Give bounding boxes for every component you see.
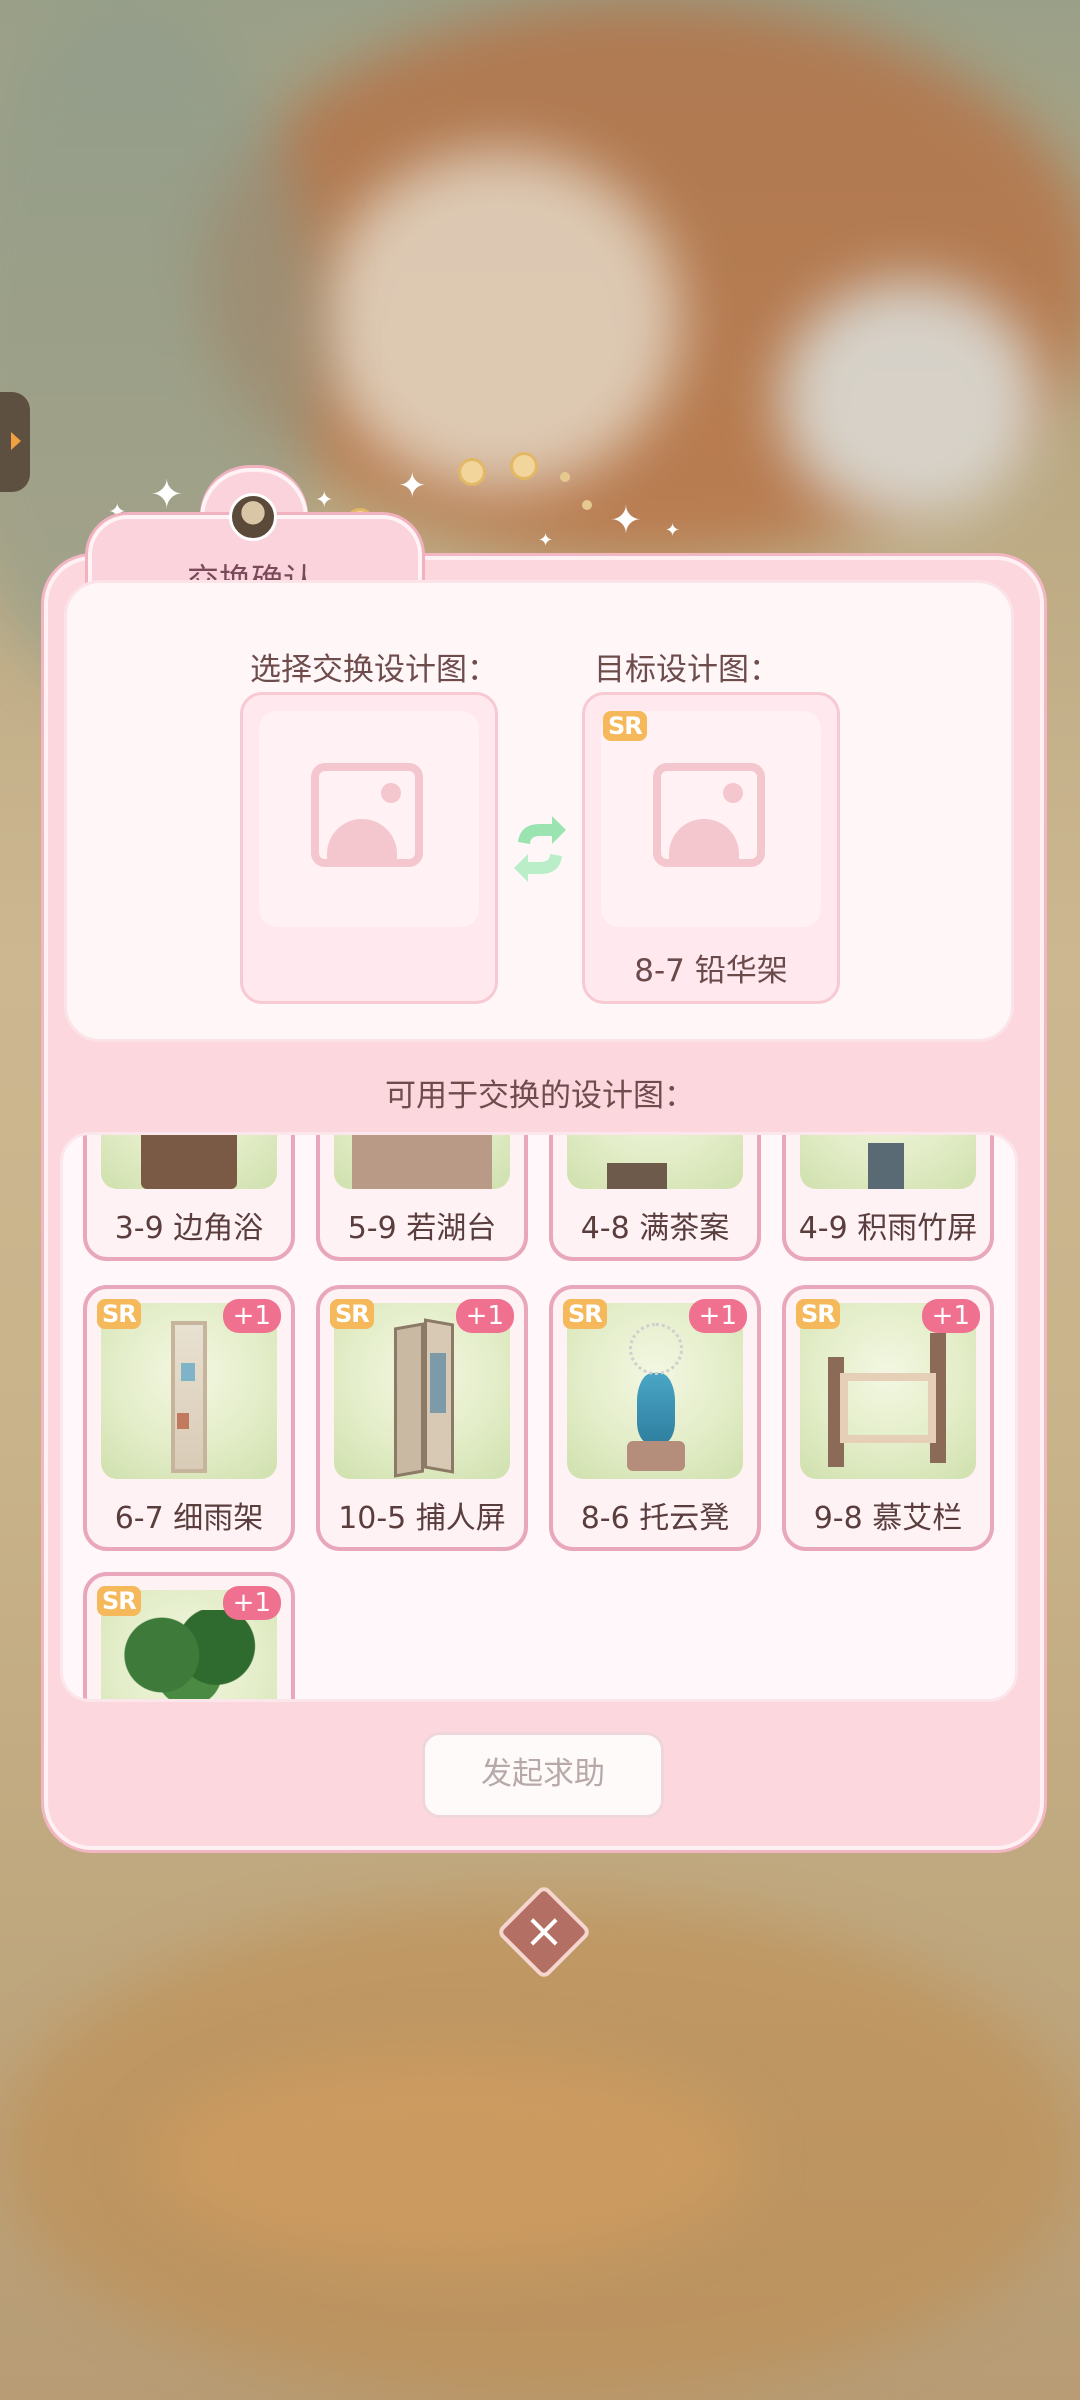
- item-art: [334, 1135, 510, 1189]
- target-label: 目标设计图：: [594, 652, 780, 688]
- side-expand-tab[interactable]: [0, 392, 30, 492]
- image-placeholder-icon: [311, 763, 423, 867]
- design-list[interactable]: 3-9 边角浴 5-9 若湖台 4-8 满茶案 4-9 积雨竹屏 SR +1 6…: [60, 1132, 1018, 1702]
- decor-dot: [510, 452, 538, 480]
- request-help-button[interactable]: 发起求助: [422, 1732, 664, 1818]
- item-name: 10-5 捕人屏: [338, 1501, 506, 1536]
- design-card[interactable]: SR +1 9-8 慕艾栏: [782, 1285, 994, 1551]
- avatar: [229, 493, 277, 541]
- count-badge: +1: [921, 1299, 980, 1333]
- count-badge: +1: [222, 1299, 281, 1333]
- sparkle-icon: ✦: [610, 498, 642, 542]
- sr-badge: SR: [796, 1299, 840, 1329]
- item-name: 8-6 托云凳: [580, 1501, 730, 1536]
- sr-badge: SR: [603, 711, 647, 741]
- item-name: 9-8 慕艾栏: [813, 1501, 963, 1536]
- slot-frame: [259, 711, 479, 927]
- available-label: 可用于交换的设计图：: [385, 1078, 695, 1114]
- decor-dot: [582, 500, 592, 510]
- design-card[interactable]: SR +1 10-5 捕人屏: [316, 1285, 528, 1551]
- item-name: 6-7 细雨架: [114, 1501, 264, 1536]
- item-name: 3-9 边角浴: [114, 1211, 264, 1246]
- close-icon: ×: [523, 1903, 565, 1959]
- exchange-panel: [64, 580, 1014, 1042]
- sr-badge: SR: [330, 1299, 374, 1329]
- swap-arrows-icon: [514, 816, 566, 882]
- sparkle-icon: ✦: [150, 472, 184, 518]
- item-name: 4-8 满茶案: [580, 1211, 730, 1246]
- image-placeholder-icon: [653, 763, 765, 867]
- item-art: [567, 1135, 743, 1189]
- sparkle-icon: ✦: [538, 530, 554, 551]
- count-badge: +1: [688, 1299, 747, 1333]
- select-label: 选择交换设计图：: [250, 652, 498, 688]
- design-card[interactable]: SR +1 8-6 托云凳: [549, 1285, 761, 1551]
- sparkle-icon: ✦: [398, 466, 427, 506]
- select-slot[interactable]: [240, 692, 498, 1004]
- item-art: [800, 1135, 976, 1189]
- design-card[interactable]: SR +1 6-7 细雨架: [83, 1285, 295, 1551]
- design-card[interactable]: 4-8 满茶案: [549, 1135, 761, 1261]
- item-name: 4-9 积雨竹屏: [798, 1211, 978, 1246]
- decor-dot: [560, 472, 570, 482]
- sr-badge: SR: [97, 1299, 141, 1329]
- sparkle-icon: ✦: [315, 488, 334, 513]
- count-badge: +1: [222, 1586, 281, 1620]
- target-slot[interactable]: SR 8-7 铅华架: [582, 692, 840, 1004]
- item-name: 5-9 若湖台: [347, 1211, 497, 1246]
- sparkle-icon: ✦: [665, 520, 681, 541]
- design-card[interactable]: 5-9 若湖台: [316, 1135, 528, 1261]
- design-card[interactable]: 3-9 边角浴: [83, 1135, 295, 1261]
- count-badge: +1: [455, 1299, 514, 1333]
- item-art: [101, 1135, 277, 1189]
- design-card[interactable]: 4-9 积雨竹屏: [782, 1135, 994, 1261]
- sr-badge: SR: [563, 1299, 607, 1329]
- decor-dot: [458, 458, 486, 486]
- design-card[interactable]: SR +1: [83, 1572, 295, 1699]
- sr-badge: SR: [97, 1586, 141, 1616]
- slot-frame: [601, 711, 821, 927]
- target-item-name: 8-7 铅华架: [634, 953, 788, 989]
